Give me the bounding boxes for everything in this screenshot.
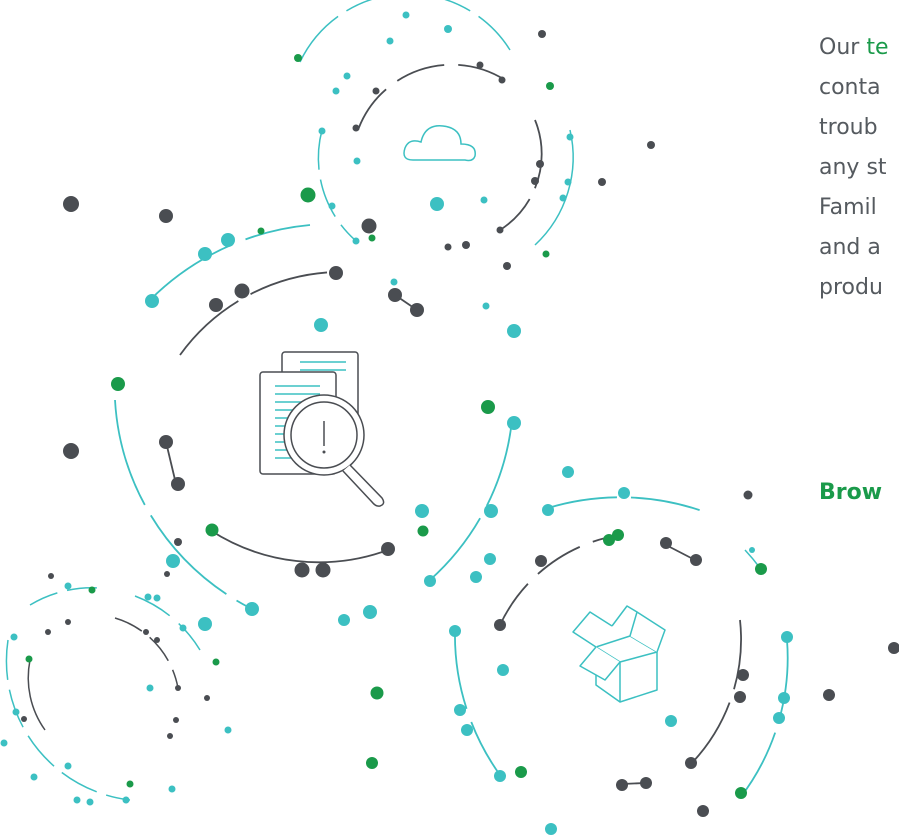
document-cluster	[114, 224, 513, 609]
cloud-icon	[403, 125, 476, 162]
document-search-icon	[259, 351, 385, 507]
paragraph-line-6: and a	[819, 235, 881, 260]
paragraph-line-7: produ	[819, 275, 883, 300]
paragraph-lead: Our	[819, 35, 867, 60]
team-link[interactable]: te	[866, 35, 888, 60]
network-illustration	[0, 0, 899, 835]
paragraph-line-2: conta	[819, 75, 881, 100]
paragraph-line-3: troub	[819, 115, 878, 140]
intro-paragraph: Our te conta troub any st Famil and a pr…	[819, 28, 899, 308]
box-cluster	[454, 496, 789, 799]
small-cluster	[5, 586, 201, 801]
paragraph-line-4: any st	[819, 155, 887, 180]
open-box-icon	[572, 605, 666, 703]
scattered-dots	[0, 11, 899, 835]
paragraph-line-1: Our te	[819, 28, 899, 68]
paragraph-line-5: Famil	[819, 195, 877, 220]
browse-link[interactable]: Brow	[819, 480, 882, 505]
